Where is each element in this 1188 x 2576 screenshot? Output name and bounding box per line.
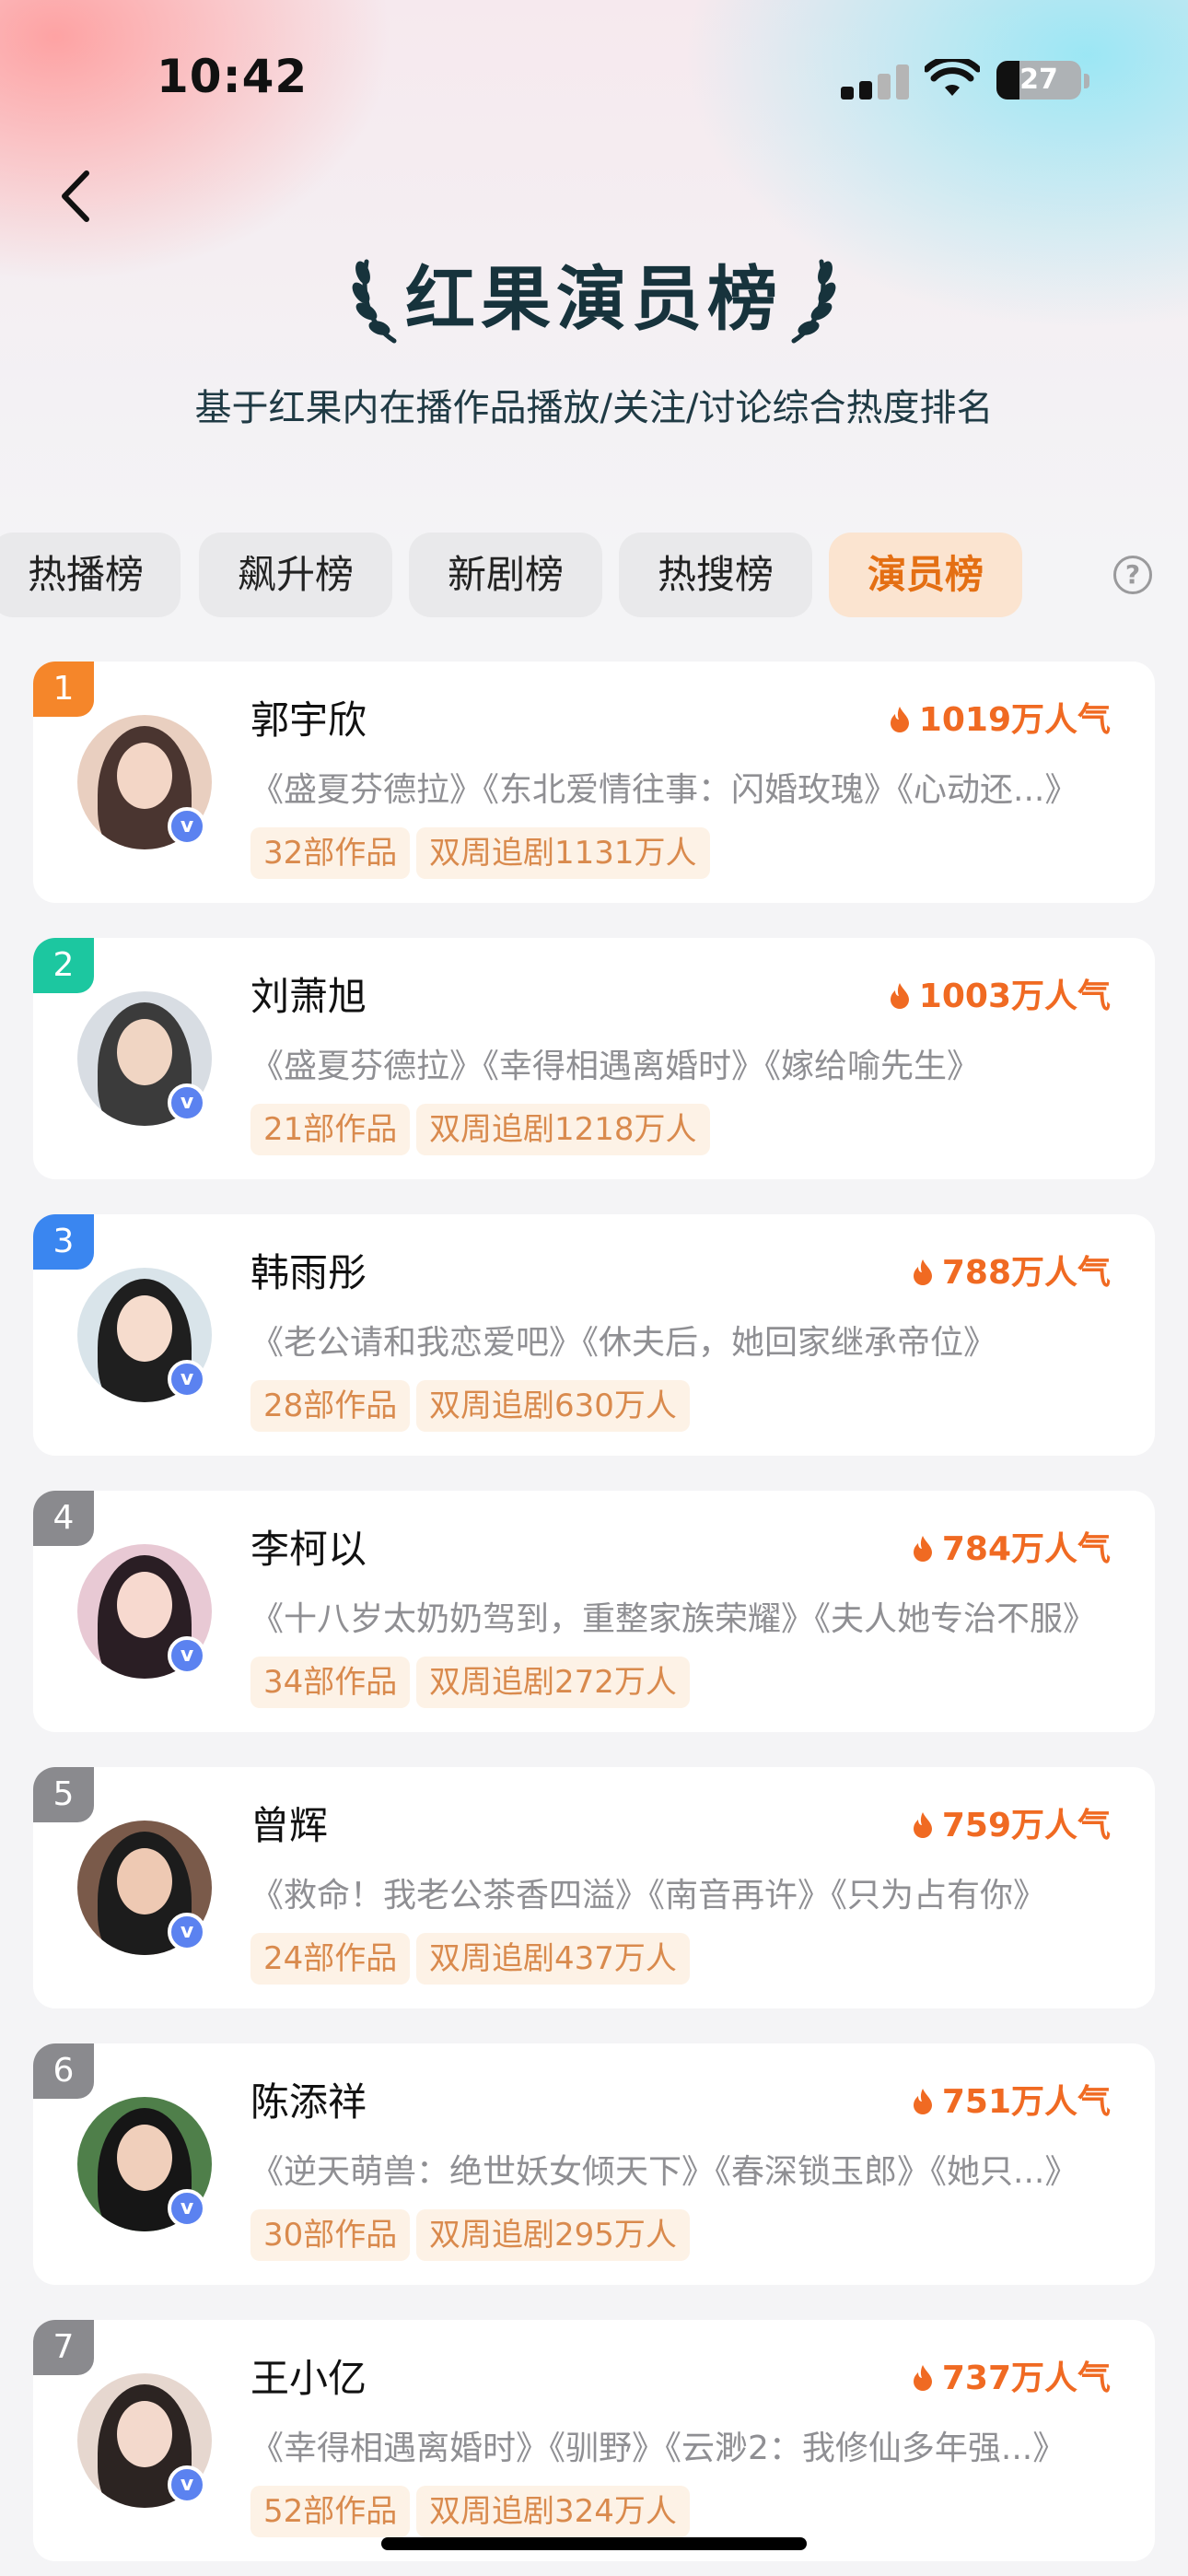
actor-name: 刘萧旭 (250, 974, 367, 1019)
avatar-face (117, 1295, 172, 1362)
works-count-tag: 28部作品 (250, 1380, 411, 1432)
verified-icon: v (168, 2465, 206, 2504)
back-button[interactable] (53, 166, 99, 227)
home-indicator (381, 2537, 807, 2550)
flame-icon (913, 2365, 932, 2391)
verified-icon: v (168, 1083, 206, 1122)
popularity: 737万人气 (913, 2351, 1111, 2397)
tab-hot-play[interactable]: 热播榜 (0, 533, 181, 617)
flame-icon (913, 2089, 932, 2114)
chase-count-tag: 双周追剧437万人 (416, 1933, 690, 1985)
verified-icon: v (168, 807, 206, 846)
tab-new-drama[interactable]: 新剧榜 (409, 533, 602, 617)
popularity-value: 1003万人气 (918, 978, 1111, 1015)
popularity: 1003万人气 (890, 969, 1111, 1015)
verified-icon: v (168, 1913, 206, 1951)
popularity-value: 788万人气 (941, 1254, 1111, 1292)
screen: 10:42 27 红果演员榜 基于红果内在播作品播放/关注/讨论综合热度排名 热… (0, 0, 1188, 2576)
actor-name: 王小亿 (250, 2356, 367, 2401)
popularity-value: 737万人气 (941, 2359, 1111, 2397)
rank-badge: 1 (33, 662, 94, 717)
actor-name: 郭宇欣 (250, 697, 367, 743)
page-subtitle: 基于红果内在播作品播放/关注/讨论综合热度排名 (194, 387, 994, 429)
flame-icon (890, 983, 909, 1009)
cellular-signal-icon (841, 64, 914, 100)
works-list: 《盛夏芬德拉》《东北爱情往事：闪婚玫瑰》《心动还...》 (250, 771, 1078, 809)
popularity-value: 759万人气 (941, 1807, 1111, 1844)
avatar-face (117, 1019, 172, 1085)
rank-badge: 6 (33, 2043, 94, 2099)
works-list: 《逆天萌兽：绝世妖女倾天下》《春深锁玉郎》《她只...》 (250, 2153, 1078, 2191)
status-time: 10:42 (157, 50, 309, 103)
works-count-tag: 24部作品 (250, 1933, 411, 1985)
actor-card[interactable]: 4 v 李柯以 784万人气 《十八岁太奶奶驾到，重整家族荣耀》《夫人她专治不服… (33, 1491, 1155, 1732)
ranking-tabs: 热播榜 飙升榜 新剧榜 热搜榜 演员榜 (0, 533, 1188, 617)
verified-icon: v (168, 1636, 206, 1675)
chase-count-tag: 双周追剧1218万人 (416, 1104, 710, 1155)
chase-count-tag: 双周追剧1131万人 (416, 827, 710, 879)
actor-card[interactable]: 6 v 陈添祥 751万人气 《逆天萌兽：绝世妖女倾天下》《春深锁玉郎》《她只.… (33, 2043, 1155, 2285)
avatar-face (117, 743, 172, 809)
tab-hot-search[interactable]: 热搜榜 (619, 533, 812, 617)
laurel-left-icon (352, 259, 397, 344)
rank-badge: 2 (33, 938, 94, 993)
actor-name: 曾辉 (250, 1803, 329, 1848)
chase-count-tag: 双周追剧272万人 (416, 1657, 690, 1708)
works-list: 《救命！我老公茶香四溢》《南音再许》《只为占有你》 (250, 1877, 1047, 1914)
flame-icon (890, 707, 909, 732)
battery-percent: 27 (1019, 64, 1058, 96)
avatar-face (117, 2125, 172, 2191)
actor-card[interactable]: 1 v 郭宇欣 1019万人气 《盛夏芬德拉》《东北爱情往事：闪婚玫瑰》《心动还… (33, 662, 1155, 903)
chase-count-tag: 双周追剧295万人 (416, 2209, 690, 2261)
popularity: 759万人气 (913, 1798, 1111, 1844)
popularity: 784万人气 (913, 1522, 1111, 1568)
flame-icon (913, 1536, 932, 1562)
popularity: 788万人气 (913, 1246, 1111, 1292)
flame-icon (913, 1812, 932, 1838)
laurel-right-icon (791, 259, 836, 344)
battery-tip (1084, 74, 1089, 88)
verified-icon: v (168, 1360, 206, 1399)
chase-count-tag: 双周追剧324万人 (416, 2486, 690, 2537)
avatar-face (117, 2401, 172, 2467)
actor-card[interactable]: 7 v 王小亿 737万人气 《幸得相遇离婚时》《驯野》《云渺2：我修仙多年强.… (33, 2320, 1155, 2561)
popularity: 751万人气 (913, 2075, 1111, 2121)
actor-card[interactable]: 3 v 韩雨彤 788万人气 《老公请和我恋爱吧》《休夫后，她回家继承帝位》 2… (33, 1214, 1155, 1456)
page-title: 红果演员榜 (405, 258, 783, 340)
works-count-tag: 32部作品 (250, 827, 411, 879)
popularity-value: 1019万人气 (918, 701, 1111, 739)
help-icon[interactable]: ? (1113, 556, 1152, 594)
works-list: 《老公请和我恋爱吧》《休夫后，她回家继承帝位》 (250, 1324, 997, 1362)
works-count-tag: 34部作品 (250, 1657, 411, 1708)
wifi-icon (925, 59, 980, 96)
actor-card[interactable]: 2 v 刘萧旭 1003万人气 《盛夏芬德拉》《幸得相遇离婚时》《嫁给喻先生》 … (33, 938, 1155, 1179)
works-list: 《十八岁太奶奶驾到，重整家族荣耀》《夫人她专治不服》 (250, 1600, 1097, 1638)
works-count-tag: 52部作品 (250, 2486, 411, 2537)
rank-badge: 4 (33, 1491, 94, 1546)
actor-name: 李柯以 (250, 1527, 367, 1572)
flame-icon (913, 1259, 932, 1285)
rank-badge: 7 (33, 2320, 94, 2375)
popularity: 1019万人气 (890, 693, 1111, 739)
works-list: 《幸得相遇离婚时》《驯野》《云渺2：我修仙多年强...》 (250, 2430, 1066, 2467)
rank-badge: 3 (33, 1214, 94, 1270)
verified-icon: v (168, 2189, 206, 2228)
actor-name: 韩雨彤 (250, 1250, 367, 1295)
works-count-tag: 21部作品 (250, 1104, 411, 1155)
actor-name: 陈添祥 (250, 2079, 367, 2125)
tab-rising[interactable]: 飙升榜 (199, 533, 392, 617)
avatar-face (117, 1848, 172, 1914)
rank-badge: 5 (33, 1767, 94, 1822)
chase-count-tag: 双周追剧630万人 (416, 1380, 690, 1432)
page-header: 红果演员榜 (0, 249, 1188, 350)
battery-icon: 27 (996, 61, 1081, 100)
actor-card[interactable]: 5 v 曾辉 759万人气 《救命！我老公茶香四溢》《南音再许》《只为占有你》 … (33, 1767, 1155, 2008)
status-bar: 10:42 27 (0, 0, 1188, 157)
popularity-value: 784万人气 (941, 1530, 1111, 1568)
tab-actors[interactable]: 演员榜 (829, 533, 1022, 617)
avatar-face (117, 1572, 172, 1638)
popularity-value: 751万人气 (941, 2083, 1111, 2121)
works-count-tag: 30部作品 (250, 2209, 411, 2261)
works-list: 《盛夏芬德拉》《幸得相遇离婚时》《嫁给喻先生》 (250, 1048, 981, 1085)
